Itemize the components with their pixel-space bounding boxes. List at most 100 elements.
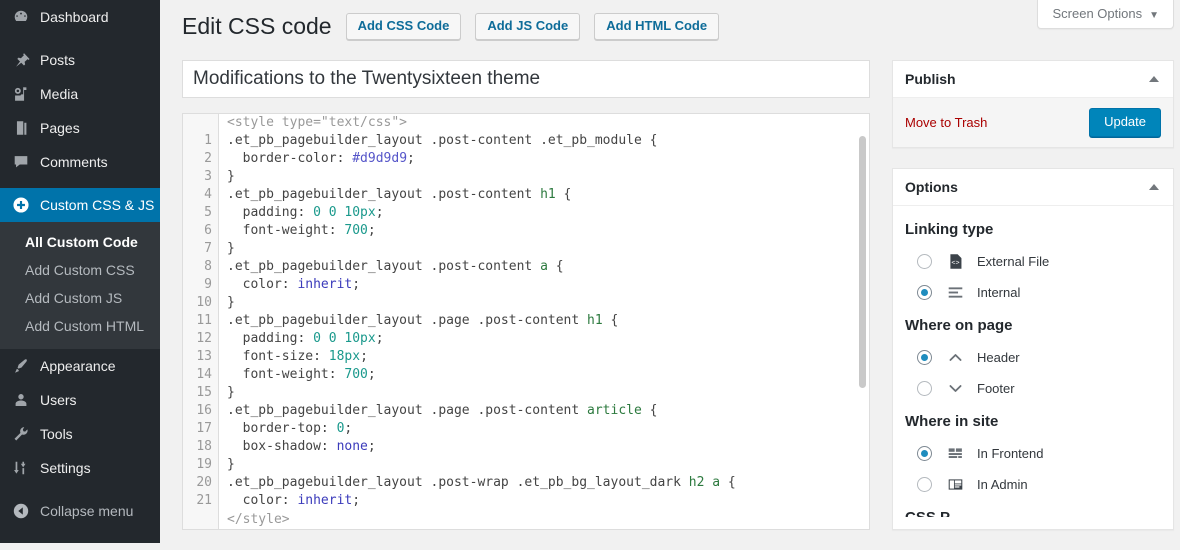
code-token: .et_pb_pagebuilder_layout .page .post-co… — [227, 313, 588, 328]
pages-icon — [11, 118, 31, 138]
code-title-input[interactable] — [182, 60, 870, 98]
sidebar-item-custom-css-js[interactable]: Custom CSS & JS — [0, 188, 168, 222]
code-token: { — [720, 475, 736, 490]
svg-text:<>: <> — [951, 260, 959, 268]
radio-button[interactable] — [917, 254, 932, 269]
code-token: ; — [367, 367, 376, 382]
editor-scrollbar[interactable] — [857, 114, 869, 529]
options-metabox-title: Options — [905, 179, 958, 195]
code-token: padding: — [227, 205, 314, 220]
option-row-internal[interactable]: Internal — [905, 277, 1161, 308]
screen-meta-links: Screen Options ▼ — [1037, 0, 1174, 29]
sidebar-item-posts[interactable]: Posts — [0, 43, 160, 77]
codemirror-area[interactable]: 1 2 3 4 5 6 7 8 9 10 11 12 13 14 15 16 17 18 19 20 21 <style… — [183, 114, 869, 529]
options-metabox-header[interactable]: Options — [893, 169, 1173, 206]
code-text-area[interactable]: <style type="text/css"> .et_pb_pagebuilde… — [220, 114, 869, 529]
radio-button[interactable] — [917, 381, 932, 396]
code-token: ; — [375, 205, 384, 220]
sidebar-item-appearance[interactable]: Appearance — [0, 349, 160, 383]
code-token: 10px — [344, 331, 376, 346]
code-token: ; — [367, 439, 376, 454]
submenu-item-add-custom-css[interactable]: Add Custom CSS — [0, 256, 160, 284]
option-label: Footer — [977, 381, 1015, 396]
radio-button[interactable] — [917, 446, 932, 461]
code-token: h1 — [540, 187, 556, 202]
code-token: } — [227, 295, 235, 310]
sidebar-item-comments[interactable]: Comments — [0, 145, 160, 179]
code-line: padding: 0 0 10px; — [227, 204, 869, 222]
sidebar-item-dashboard[interactable]: Dashboard — [0, 0, 160, 34]
chevron-up-icon[interactable] — [1149, 184, 1159, 190]
code-token: 700 — [344, 223, 368, 238]
add-js-code-button[interactable]: Add JS Code — [475, 13, 581, 40]
code-token: { — [641, 403, 658, 418]
code-line: } — [227, 240, 869, 258]
sidebar-item-tools[interactable]: Tools — [0, 417, 160, 451]
radio-button[interactable] — [917, 285, 932, 300]
line-number: 17 — [196, 421, 212, 436]
option-label: In Admin — [977, 477, 1028, 492]
code-file-icon: <> — [946, 253, 964, 271]
option-row-in-admin[interactable]: In Admin — [905, 469, 1161, 500]
code-token: 0 — [313, 205, 321, 220]
code-token: .et_pb_pagebuilder_layout .page .post-co… — [227, 403, 588, 418]
code-line: padding: 0 0 10px; — [227, 330, 869, 348]
line-number: 11 — [196, 313, 212, 328]
add-css-code-button[interactable]: Add CSS Code — [345, 13, 462, 40]
move-to-trash-link[interactable]: Move to Trash — [905, 115, 987, 130]
code-token: { — [602, 313, 619, 328]
code-line: box-shadow: none; — [227, 438, 869, 456]
line-number-gutter: 1 2 3 4 5 6 7 8 9 10 11 12 13 14 15 16 17 18 19 20 21 — [183, 114, 219, 529]
update-button[interactable]: Update — [1089, 108, 1161, 137]
radio-button[interactable] — [917, 477, 932, 492]
main-column: 123456789101112131415161718192021 <style… — [182, 60, 870, 530]
code-token: } — [227, 457, 235, 472]
options-content: Linking type <> External File Internal Where… — [893, 206, 1173, 529]
option-row-in-frontend[interactable]: In Frontend — [905, 438, 1161, 469]
code-token: article — [587, 403, 642, 418]
sidebar-submenu: All Custom Code Add Custom CSS Add Custom … — [0, 222, 160, 349]
code-token: ; — [344, 421, 353, 436]
submenu-item-add-custom-html[interactable]: Add Custom HTML — [0, 312, 160, 340]
option-row-header[interactable]: Header — [905, 342, 1161, 373]
sidebar-item-label: Custom CSS & JS — [40, 197, 155, 213]
sidebar-item-media[interactable]: Media — [0, 77, 160, 111]
code-token: } — [227, 385, 235, 400]
code-editor[interactable]: 1 2 3 4 5 6 7 8 9 10 11 12 13 14 15 16 17 18 19 20 21 <style… — [182, 113, 870, 530]
line-number: 2 — [204, 151, 212, 166]
line-number: 15 — [196, 385, 212, 400]
option-row-footer[interactable]: Footer — [905, 373, 1161, 404]
code-line: border-top: 0; — [227, 420, 869, 438]
add-html-code-button[interactable]: Add HTML Code — [594, 13, 720, 40]
sidebar-item-pages[interactable]: Pages — [0, 111, 160, 145]
sidebar-item-collapse-menu[interactable]: Collapse menu — [0, 494, 160, 528]
code-token: font-weight: — [227, 367, 345, 382]
code-line: .et_pb_pagebuilder_layout .post-wrap .et… — [227, 474, 869, 492]
line-number: 6 — [204, 223, 212, 238]
option-group-title-clipped: CSS P — [905, 509, 1161, 517]
code-token: font-weight: — [227, 223, 345, 238]
chevron-up-icon[interactable] — [1149, 76, 1159, 82]
radio-button[interactable] — [917, 350, 932, 365]
code-line: } — [227, 384, 869, 402]
code-token: #d9d9d9 — [352, 151, 408, 166]
code-token: 10px — [344, 205, 376, 220]
submenu-item-all-custom-code[interactable]: All Custom Code — [0, 228, 160, 256]
header-action-buttons: Add CSS Code Add JS Code Add HTML Code — [345, 13, 720, 40]
pin-icon — [11, 50, 31, 70]
option-row-external-file[interactable]: <> External File — [905, 246, 1161, 277]
publish-metabox-title: Publish — [905, 71, 956, 87]
sidebar-item-settings[interactable]: Settings — [0, 451, 160, 485]
code-token: .et_pb_pagebuilder_layout .post-content — [227, 187, 541, 202]
sidebar-item-users[interactable]: Users — [0, 383, 160, 417]
publish-metabox-header[interactable]: Publish — [893, 61, 1173, 98]
users-icon — [11, 390, 31, 410]
code-line: border-color: #d9d9d9; — [227, 150, 869, 168]
submenu-item-add-custom-js[interactable]: Add Custom JS — [0, 284, 160, 312]
code-token: none — [336, 439, 368, 454]
editor-scrollbar-thumb[interactable] — [859, 136, 866, 388]
screen-options-button[interactable]: Screen Options ▼ — [1037, 0, 1174, 29]
options-metabox: Options Linking type <> External File Inter… — [892, 168, 1174, 530]
option-group-title: Where in site — [905, 413, 999, 430]
